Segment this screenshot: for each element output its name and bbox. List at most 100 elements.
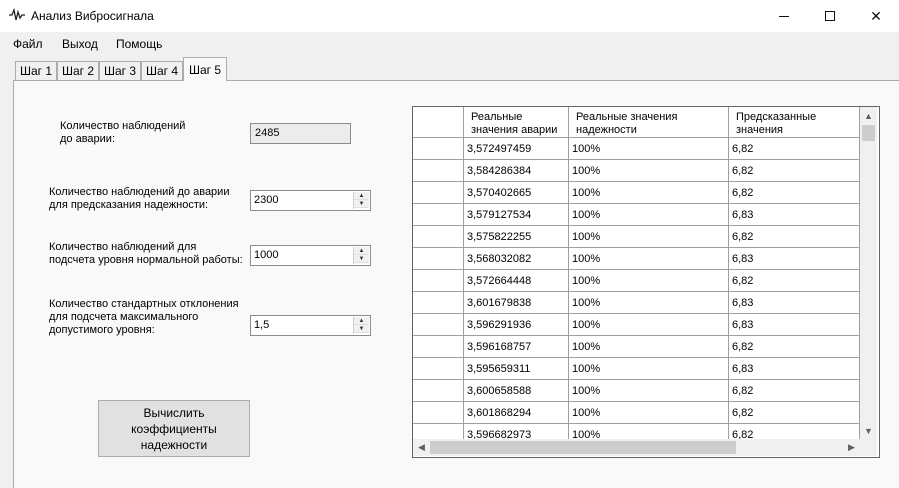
predicted-cell[interactable]: 6,82	[729, 138, 860, 160]
table-row[interactable]: 3,595659311 100% 6,83	[413, 358, 860, 380]
row-header-cell[interactable]	[413, 160, 464, 182]
table-row[interactable]: 3,572497459 100% 6,82	[413, 138, 860, 160]
row-header-cell[interactable]	[413, 204, 464, 226]
norm-count-stepper[interactable]: 1000 ▲ ▼	[250, 245, 371, 266]
spin-up-icon[interactable]: ▲	[354, 192, 369, 200]
row-header-cell[interactable]	[413, 270, 464, 292]
column-header-real-failure[interactable]: Реальные значения аварии	[464, 107, 569, 138]
real-reliability-cell[interactable]: 100%	[569, 270, 729, 292]
scroll-down-icon[interactable]: ▼	[860, 422, 877, 439]
real-reliability-cell[interactable]: 100%	[569, 160, 729, 182]
table-row[interactable]: 3,600658588 100% 6,82	[413, 380, 860, 402]
predicted-cell[interactable]: 6,83	[729, 204, 860, 226]
row-header-cell[interactable]	[413, 182, 464, 204]
tab-step-1[interactable]: Шаг 1	[15, 61, 57, 80]
real-reliability-cell[interactable]: 100%	[569, 336, 729, 358]
real-failure-cell[interactable]: 3,575822255	[464, 226, 569, 248]
vertical-scroll-thumb[interactable]	[862, 125, 875, 141]
table-row[interactable]: 3,570402665 100% 6,82	[413, 182, 860, 204]
real-failure-cell[interactable]: 3,572664448	[464, 270, 569, 292]
predicted-cell[interactable]: 6,82	[729, 336, 860, 358]
close-button[interactable]: ✕	[853, 0, 899, 32]
table-row[interactable]: 3,596168757 100% 6,82	[413, 336, 860, 358]
spin-down-icon[interactable]: ▼	[354, 325, 369, 333]
vertical-scrollbar[interactable]: ▲ ▼	[860, 107, 877, 439]
row-header-cell[interactable]	[413, 226, 464, 248]
pred-count-stepper[interactable]: 2300 ▲ ▼	[250, 190, 371, 211]
predicted-cell[interactable]: 6,82	[729, 402, 860, 424]
minimize-button[interactable]	[761, 0, 807, 32]
table-row[interactable]: 3,596291936 100% 6,83	[413, 314, 860, 336]
row-header-cell[interactable]	[413, 292, 464, 314]
menu-file[interactable]: Файл	[13, 37, 43, 51]
real-failure-cell[interactable]: 3,596168757	[464, 336, 569, 358]
scroll-right-icon[interactable]: ▶	[843, 439, 860, 456]
predicted-cell[interactable]: 6,83	[729, 292, 860, 314]
predicted-cell[interactable]: 6,82	[729, 270, 860, 292]
row-header-column[interactable]	[413, 107, 464, 138]
real-reliability-cell[interactable]: 100%	[569, 380, 729, 402]
predicted-cell[interactable]: 6,82	[729, 160, 860, 182]
predicted-cell[interactable]: 6,82	[729, 182, 860, 204]
real-failure-cell[interactable]: 3,601868294	[464, 402, 569, 424]
std-count-stepper[interactable]: 1,5 ▲ ▼	[250, 315, 371, 336]
predicted-cell[interactable]: 6,83	[729, 248, 860, 270]
real-failure-cell[interactable]: 3,595659311	[464, 358, 569, 380]
predicted-cell[interactable]: 6,83	[729, 358, 860, 380]
row-header-cell[interactable]	[413, 248, 464, 270]
real-reliability-cell[interactable]: 100%	[569, 182, 729, 204]
table-row[interactable]: 3,601679838 100% 6,83	[413, 292, 860, 314]
spin-up-icon[interactable]: ▲	[354, 247, 369, 255]
row-header-cell[interactable]	[413, 314, 464, 336]
tab-step-5[interactable]: Шаг 5	[183, 57, 227, 81]
row-header-cell[interactable]	[413, 402, 464, 424]
real-failure-cell[interactable]: 3,570402665	[464, 182, 569, 204]
row-header-cell[interactable]	[413, 380, 464, 402]
row-header-cell[interactable]	[413, 358, 464, 380]
real-failure-cell[interactable]: 3,572497459	[464, 138, 569, 160]
real-failure-cell[interactable]: 3,600658588	[464, 380, 569, 402]
real-failure-cell[interactable]: 3,584286384	[464, 160, 569, 182]
real-reliability-cell[interactable]: 100%	[569, 292, 729, 314]
table-row[interactable]: 3,579127534 100% 6,83	[413, 204, 860, 226]
real-failure-cell[interactable]: 3,601679838	[464, 292, 569, 314]
table-row[interactable]: 3,601868294 100% 6,82	[413, 402, 860, 424]
real-reliability-cell[interactable]: 100%	[569, 138, 729, 160]
column-header-real-reliability[interactable]: Реальные значения надежности	[569, 107, 729, 138]
spin-down-icon[interactable]: ▼	[354, 200, 369, 208]
results-grid[interactable]: Реальные значения аварии Реальные значен…	[412, 106, 880, 458]
std-count-value[interactable]: 1,5	[254, 319, 269, 331]
tab-step-3[interactable]: Шаг 3	[99, 61, 141, 80]
pred-count-value[interactable]: 2300	[254, 194, 278, 206]
norm-count-value[interactable]: 1000	[254, 249, 278, 261]
menu-help[interactable]: Помощь	[116, 37, 162, 51]
scroll-up-icon[interactable]: ▲	[860, 107, 877, 124]
row-header-cell[interactable]	[413, 138, 464, 160]
table-row[interactable]: 3,568032082 100% 6,83	[413, 248, 860, 270]
calculate-reliability-button[interactable]: Вычислить коэффициенты надежности	[98, 400, 250, 457]
row-header-cell[interactable]	[413, 336, 464, 358]
real-reliability-cell[interactable]: 100%	[569, 358, 729, 380]
predicted-cell[interactable]: 6,83	[729, 314, 860, 336]
spin-up-icon[interactable]: ▲	[354, 317, 369, 325]
real-failure-cell[interactable]: 3,568032082	[464, 248, 569, 270]
column-header-predicted[interactable]: Предсказанные значения	[729, 107, 860, 138]
real-reliability-cell[interactable]: 100%	[569, 314, 729, 336]
maximize-button[interactable]	[807, 0, 853, 32]
real-reliability-cell[interactable]: 100%	[569, 204, 729, 226]
real-reliability-cell[interactable]: 100%	[569, 226, 729, 248]
real-reliability-cell[interactable]: 100%	[569, 248, 729, 270]
tab-step-4[interactable]: Шаг 4	[141, 61, 183, 80]
predicted-cell[interactable]: 6,82	[729, 226, 860, 248]
horizontal-scroll-thumb[interactable]	[430, 441, 736, 454]
real-failure-cell[interactable]: 3,596291936	[464, 314, 569, 336]
real-reliability-cell[interactable]: 100%	[569, 402, 729, 424]
scroll-left-icon[interactable]: ◀	[413, 439, 430, 456]
table-row[interactable]: 3,572664448 100% 6,82	[413, 270, 860, 292]
spin-down-icon[interactable]: ▼	[354, 255, 369, 263]
horizontal-scrollbar[interactable]: ◀ ▶	[413, 439, 860, 456]
table-row[interactable]: 3,584286384 100% 6,82	[413, 160, 860, 182]
real-failure-cell[interactable]: 3,579127534	[464, 204, 569, 226]
predicted-cell[interactable]: 6,82	[729, 380, 860, 402]
menu-exit[interactable]: Выход	[62, 37, 98, 51]
